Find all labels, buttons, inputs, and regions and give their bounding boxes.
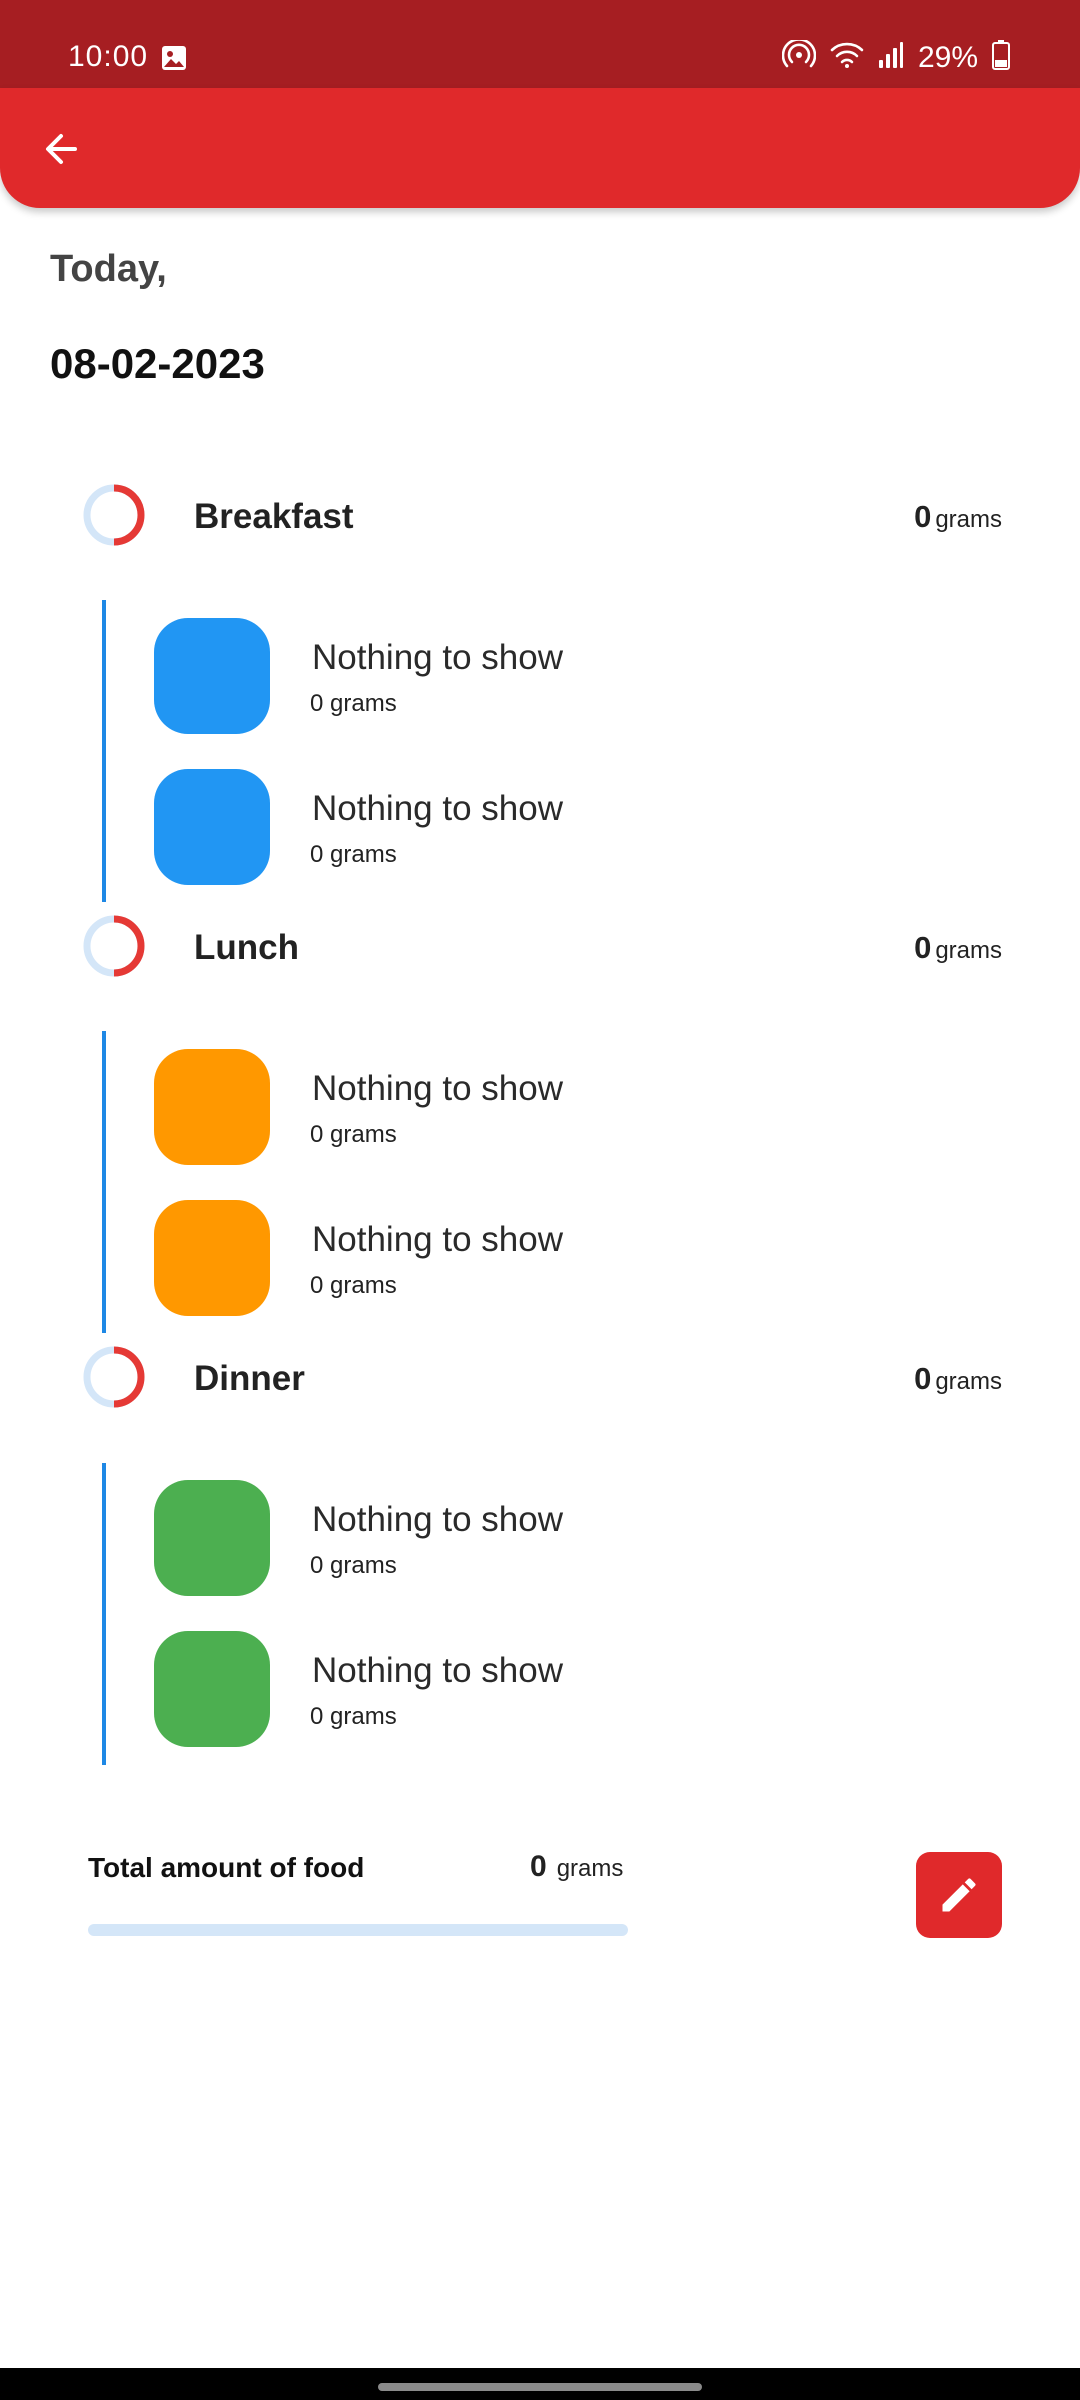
status-bar: 10:00 29% [0, 0, 1080, 88]
meal-progress-ring-icon [83, 484, 145, 546]
item-grams: 0 grams [310, 1272, 397, 1299]
meal-lunch-header[interactable]: Lunch 0 grams [82, 914, 1002, 984]
signal-icon [878, 41, 904, 74]
food-swatch [154, 769, 270, 885]
item-grams: 0 grams [310, 690, 397, 717]
wifi-icon [830, 41, 864, 74]
list-item[interactable]: Nothing to show 0 grams [154, 618, 954, 734]
food-swatch [154, 1631, 270, 1747]
battery-icon [992, 40, 1010, 75]
item-name: Nothing to show [312, 638, 563, 677]
timeline-line [102, 600, 106, 902]
item-grams: 0 grams [310, 1703, 397, 1730]
meal-progress-ring-icon [83, 1346, 145, 1408]
meal-dinner-header[interactable]: Dinner 0 grams [82, 1345, 1002, 1415]
total-amount: 0 grams [530, 1850, 624, 1883]
total-label: Total amount of food [88, 1852, 365, 1883]
food-swatch [154, 1049, 270, 1165]
edit-button[interactable] [916, 1852, 1002, 1938]
date-value: 08-02-2023 [50, 340, 265, 387]
food-swatch [154, 1480, 270, 1596]
gallery-icon [160, 44, 188, 77]
meal-amount: 0 grams [914, 930, 1002, 965]
meal-name: Breakfast [194, 497, 354, 536]
item-grams: 0 grams [310, 1552, 397, 1579]
meal-progress-ring-icon [83, 915, 145, 977]
hotspot-icon [781, 38, 817, 75]
meal-amount: 0 grams [914, 499, 1002, 534]
arrow-left-icon [46, 134, 77, 164]
meal-name: Dinner [194, 1359, 305, 1398]
total-progress-bar [88, 1924, 628, 1936]
app-bar [0, 88, 1080, 208]
meal-name: Lunch [194, 928, 299, 967]
item-name: Nothing to show [312, 1651, 563, 1690]
status-time: 10:00 [68, 40, 149, 73]
pencil-icon [942, 1878, 976, 1912]
list-item[interactable]: Nothing to show 0 grams [154, 1049, 954, 1165]
food-swatch [154, 1200, 270, 1316]
item-name: Nothing to show [312, 1500, 563, 1539]
timeline-line [102, 1463, 106, 1765]
back-button[interactable] [36, 124, 86, 174]
item-name: Nothing to show [312, 789, 563, 828]
list-item[interactable]: Nothing to show 0 grams [154, 1631, 954, 1747]
timeline-line [102, 1031, 106, 1333]
system-nav-bar [0, 2368, 1080, 2400]
item-name: Nothing to show [312, 1220, 563, 1259]
item-grams: 0 grams [310, 1121, 397, 1148]
item-name: Nothing to show [312, 1069, 563, 1108]
battery-percent: 29% [917, 40, 978, 74]
date-label: Today, [50, 248, 167, 290]
list-item[interactable]: Nothing to show 0 grams [154, 769, 954, 885]
meal-breakfast-header[interactable]: Breakfast 0 grams [82, 483, 1002, 553]
list-item[interactable]: Nothing to show 0 grams [154, 1200, 954, 1316]
food-swatch [154, 618, 270, 734]
meal-amount: 0 grams [914, 1361, 1002, 1396]
home-gesture-handle[interactable] [378, 2383, 702, 2391]
item-grams: 0 grams [310, 841, 397, 868]
list-item[interactable]: Nothing to show 0 grams [154, 1480, 954, 1596]
